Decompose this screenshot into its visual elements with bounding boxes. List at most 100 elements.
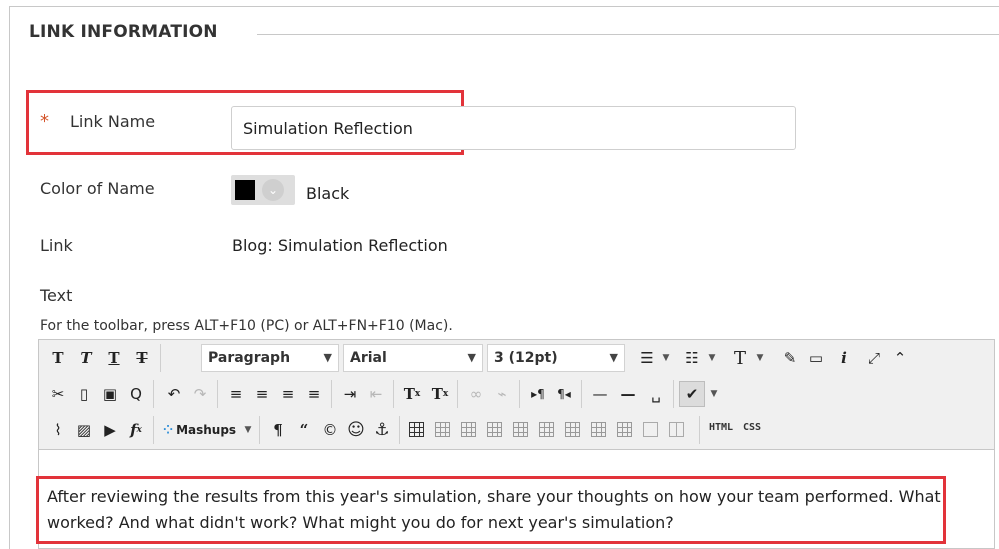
color-value: Black bbox=[306, 184, 350, 203]
section-divider bbox=[257, 34, 999, 35]
format-select-value: Paragraph bbox=[208, 350, 291, 366]
blockquote-icon[interactable]: “ bbox=[291, 417, 317, 443]
toolbar-row-3: ⌇ ▨ ▶ fx ⁘ Mashups ▼ ¶ “ © ☺ ⚓ HTML CSS bbox=[39, 412, 994, 450]
color-picker[interactable]: ⌄ bbox=[231, 175, 295, 205]
math-icon[interactable]: fx bbox=[123, 417, 149, 443]
font-select-value: Arial bbox=[350, 350, 387, 366]
align-right-icon[interactable]: ≡ bbox=[275, 381, 301, 407]
chevron-down-icon[interactable]: ▼ bbox=[705, 345, 719, 371]
anchor-icon[interactable]: ⚓ bbox=[369, 417, 395, 443]
section-title: LINK INFORMATION bbox=[29, 22, 218, 42]
preview-icon[interactable]: ▭ bbox=[803, 345, 829, 371]
col-after-icon[interactable] bbox=[565, 422, 580, 437]
fullscreen-icon[interactable]: ⤢ bbox=[861, 345, 887, 371]
chevron-down-icon: ▼ bbox=[467, 351, 476, 364]
size-select[interactable]: 3 (12pt) ▼ bbox=[487, 344, 625, 372]
copyright-icon[interactable]: © bbox=[317, 417, 343, 443]
delete-row-icon[interactable] bbox=[513, 422, 528, 437]
horizontal-rule-icon[interactable]: — bbox=[587, 381, 613, 407]
editor-content-highlight bbox=[36, 476, 946, 544]
toolbar-separator bbox=[519, 380, 520, 408]
table-props-icon[interactable] bbox=[435, 422, 450, 437]
row-before-icon[interactable] bbox=[461, 422, 476, 437]
chevron-down-icon: ▼ bbox=[609, 351, 618, 364]
underline-icon[interactable]: T bbox=[101, 345, 127, 371]
horizontal-line-icon[interactable]: — bbox=[615, 381, 641, 407]
chevron-down-icon: ⌄ bbox=[262, 179, 284, 201]
link-name-input[interactable] bbox=[231, 106, 796, 150]
attachment-icon[interactable]: ⌇ bbox=[45, 417, 71, 443]
mashups-label: Mashups bbox=[176, 423, 237, 437]
align-center-icon[interactable]: ≡ bbox=[249, 381, 275, 407]
toolbar-separator bbox=[217, 380, 218, 408]
bullet-list-icon[interactable]: ☰ bbox=[634, 345, 660, 371]
color-label: Color of Name bbox=[40, 179, 155, 198]
image-icon[interactable]: ▨ bbox=[71, 417, 97, 443]
font-select[interactable]: Arial ▼ bbox=[343, 344, 483, 372]
size-select-value: 3 (12pt) bbox=[494, 350, 558, 366]
split-cells-icon[interactable] bbox=[617, 422, 632, 437]
link-icon[interactable]: ∞ bbox=[463, 381, 489, 407]
unlink-icon[interactable]: ⌁ bbox=[489, 381, 515, 407]
toolbar-separator bbox=[457, 380, 458, 408]
bold-icon[interactable]: T bbox=[45, 345, 71, 371]
outdent-icon[interactable]: ⇤ bbox=[363, 381, 389, 407]
toolbar-separator bbox=[699, 416, 700, 444]
ltr-icon[interactable]: ▸¶ bbox=[525, 381, 551, 407]
css-button[interactable]: CSS bbox=[743, 422, 761, 433]
cell-props-icon[interactable] bbox=[669, 422, 684, 437]
paste-icon[interactable]: ▣ bbox=[97, 381, 123, 407]
mashups-icon: ⁘ bbox=[163, 423, 174, 437]
required-indicator: * bbox=[40, 111, 49, 132]
chevron-down-icon[interactable]: ▼ bbox=[753, 345, 767, 371]
chevron-down-icon: ▼ bbox=[323, 351, 332, 364]
link-name-label: Link Name bbox=[70, 112, 156, 131]
subscript-icon[interactable]: Tx bbox=[427, 381, 453, 407]
media-icon[interactable]: ▶ bbox=[97, 417, 123, 443]
collapse-toolbar-icon[interactable]: ⌃ bbox=[887, 345, 913, 371]
superscript-icon[interactable]: Tx bbox=[399, 381, 425, 407]
chevron-down-icon[interactable]: ▼ bbox=[241, 417, 255, 443]
toolbar-separator bbox=[153, 380, 154, 408]
toolbar-row-1: T T T T Paragraph ▼ Arial ▼ 3 (12pt) ▼ ☰ ▼ … bbox=[39, 340, 994, 376]
col-before-icon[interactable] bbox=[539, 422, 554, 437]
align-left-icon[interactable]: ≡ bbox=[223, 381, 249, 407]
chevron-down-icon[interactable]: ▼ bbox=[707, 381, 721, 407]
highlight-pen-icon[interactable]: ✎ bbox=[777, 345, 803, 371]
strikethrough-icon[interactable]: T bbox=[129, 345, 155, 371]
format-select[interactable]: Paragraph ▼ bbox=[201, 344, 339, 372]
toolbar-separator bbox=[331, 380, 332, 408]
toolbar-separator bbox=[399, 416, 400, 444]
html-button[interactable]: HTML bbox=[709, 422, 733, 433]
toolbar-separator bbox=[160, 344, 161, 372]
numbered-list-icon[interactable]: ☷ bbox=[679, 345, 705, 371]
toolbar-hint: For the toolbar, press ALT+F10 (PC) or A… bbox=[40, 318, 453, 334]
text-color-icon[interactable]: T bbox=[727, 345, 753, 371]
spellcheck-icon[interactable]: ✔ bbox=[679, 381, 705, 407]
find-icon[interactable]: Q bbox=[123, 381, 149, 407]
merge-cells-icon[interactable] bbox=[643, 422, 658, 437]
indent-icon[interactable]: ⇥ bbox=[337, 381, 363, 407]
toolbar-separator bbox=[153, 416, 154, 444]
toolbar-row-2: ✂ ▯ ▣ Q ↶ ↷ ≡ ≡ ≡ ≡ ⇥ ⇤ Tx Tx ∞ ⌁ ▸¶ ¶◂ … bbox=[39, 376, 994, 412]
mashups-button[interactable]: ⁘ Mashups bbox=[159, 417, 240, 443]
emoticon-icon[interactable]: ☺ bbox=[343, 417, 369, 443]
paragraph-mark-icon[interactable]: ¶ bbox=[265, 417, 291, 443]
cut-icon[interactable]: ✂ bbox=[45, 381, 71, 407]
redo-icon[interactable]: ↷ bbox=[187, 381, 213, 407]
italic-icon[interactable]: T bbox=[73, 345, 99, 371]
text-label: Text bbox=[40, 286, 73, 305]
chevron-down-icon[interactable]: ▼ bbox=[659, 345, 673, 371]
table-icon[interactable] bbox=[409, 422, 424, 437]
rtl-icon[interactable]: ¶◂ bbox=[551, 381, 577, 407]
nonbreaking-space-icon[interactable]: ␣ bbox=[643, 381, 669, 407]
row-after-icon[interactable] bbox=[487, 422, 502, 437]
toolbar-separator bbox=[581, 380, 582, 408]
align-justify-icon[interactable]: ≡ bbox=[301, 381, 327, 407]
info-icon[interactable]: i bbox=[831, 345, 857, 371]
delete-col-icon[interactable] bbox=[591, 422, 606, 437]
toolbar-separator bbox=[673, 380, 674, 408]
copy-icon[interactable]: ▯ bbox=[71, 381, 97, 407]
toolbar-separator bbox=[393, 380, 394, 408]
undo-icon[interactable]: ↶ bbox=[161, 381, 187, 407]
